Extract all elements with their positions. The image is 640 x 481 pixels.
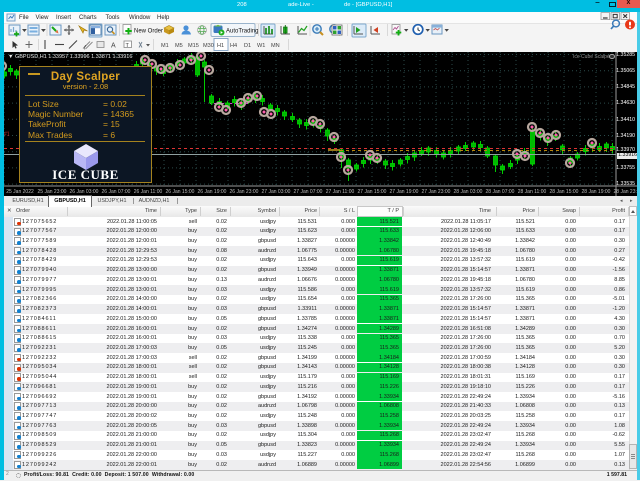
svg-text:M15: M15 [188,43,199,49]
svg-text:D1: D1 [244,43,251,49]
svg-text:New Order: New Order [134,29,163,35]
svg-text:MN: MN [271,43,280,49]
svg-text:H1: H1 [217,43,224,49]
svg-text:M5: M5 [175,43,183,49]
svg-text:AutoTrading: AutoTrading [226,29,258,35]
svg-text:M30: M30 [203,43,214,49]
svg-text:A: A [111,43,116,50]
svg-text:#1: #1 [4,132,10,138]
svg-text:M1: M1 [161,43,169,49]
svg-text:H4: H4 [230,43,237,49]
svg-text:W1: W1 [257,43,265,49]
